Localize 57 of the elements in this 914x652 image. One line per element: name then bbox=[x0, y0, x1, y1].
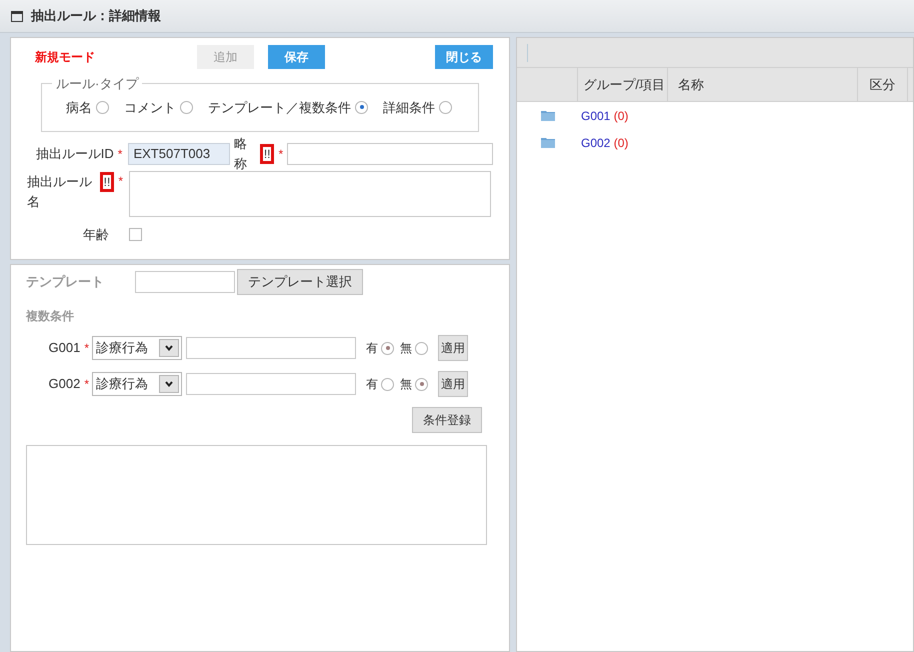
radio-button[interactable] bbox=[381, 342, 394, 354]
radio-button[interactable] bbox=[180, 100, 193, 114]
section-heading: 複数条件 bbox=[26, 308, 75, 325]
apply-button[interactable]: 適用 bbox=[438, 371, 468, 397]
radio-label: テンプレート／複数条件 bbox=[208, 98, 351, 116]
field-label: 抽出ルールID bbox=[36, 144, 114, 163]
radio-label: 無 bbox=[400, 376, 412, 393]
warning-flag: !! bbox=[100, 172, 114, 192]
required-mark: * bbox=[84, 376, 89, 393]
folder-icon bbox=[541, 137, 555, 148]
radio-label: 詳細条件 bbox=[383, 98, 435, 116]
required-mark: * bbox=[278, 146, 284, 162]
radio-label: コメント bbox=[124, 98, 176, 116]
template-field[interactable] bbox=[135, 271, 235, 293]
required-mark: * bbox=[118, 173, 123, 190]
column-header[interactable]: 名称 bbox=[668, 68, 858, 101]
chevron-down-icon bbox=[165, 345, 173, 351]
abbreviation-field[interactable] bbox=[287, 142, 494, 164]
category-dropdown[interactable]: 診療行為 bbox=[92, 372, 182, 396]
group-link[interactable]: G002 (0) bbox=[581, 134, 628, 152]
field-label: 年齢 bbox=[83, 226, 109, 244]
rule-id-field[interactable]: EXT507T003 bbox=[128, 142, 230, 164]
field-label: 抽出ルール名 bbox=[27, 173, 93, 210]
column-header[interactable]: 区分 bbox=[858, 68, 908, 101]
radio-button[interactable] bbox=[355, 100, 368, 114]
condition-field[interactable] bbox=[186, 373, 356, 395]
radio-button[interactable] bbox=[415, 342, 428, 354]
register-button[interactable]: 条件登録 bbox=[412, 407, 482, 433]
radio-button[interactable] bbox=[381, 378, 394, 390]
group-link[interactable]: G001 (0) bbox=[581, 106, 628, 124]
condition-field[interactable] bbox=[186, 337, 356, 359]
required-mark: * bbox=[118, 146, 122, 162]
group-label: G002 bbox=[48, 375, 80, 394]
folder-icon bbox=[541, 110, 555, 121]
column-header[interactable]: グループ/項目 bbox=[578, 68, 668, 101]
radio-label: 病名 bbox=[66, 98, 92, 116]
window-title: 抽出ルール：詳細情報 bbox=[31, 7, 161, 26]
radio-button[interactable] bbox=[415, 378, 428, 390]
radio-button[interactable] bbox=[439, 100, 452, 114]
mode-label: 新規モード bbox=[34, 49, 96, 66]
radio-label: 有 bbox=[366, 340, 378, 357]
radio-label: 無 bbox=[400, 340, 412, 357]
category-dropdown[interactable]: 診療行為 bbox=[92, 336, 182, 360]
group-legend: ルール·タイプ bbox=[52, 74, 142, 94]
group-label: G001 bbox=[48, 339, 80, 358]
field-label: 略称 bbox=[234, 135, 248, 172]
apply-button[interactable]: 適用 bbox=[438, 335, 468, 361]
radio-label: 有 bbox=[366, 376, 378, 393]
template-label: テンプレート bbox=[26, 273, 105, 292]
radio-button[interactable] bbox=[96, 100, 109, 114]
chevron-down-icon bbox=[165, 381, 173, 387]
required-mark: * bbox=[84, 340, 89, 357]
rule-name-field[interactable] bbox=[129, 171, 491, 217]
age-checkbox[interactable] bbox=[129, 228, 142, 242]
template-select-button[interactable]: テンプレート選択 bbox=[237, 269, 363, 295]
window-icon bbox=[11, 10, 23, 22]
warning-flag: !! bbox=[260, 144, 274, 164]
